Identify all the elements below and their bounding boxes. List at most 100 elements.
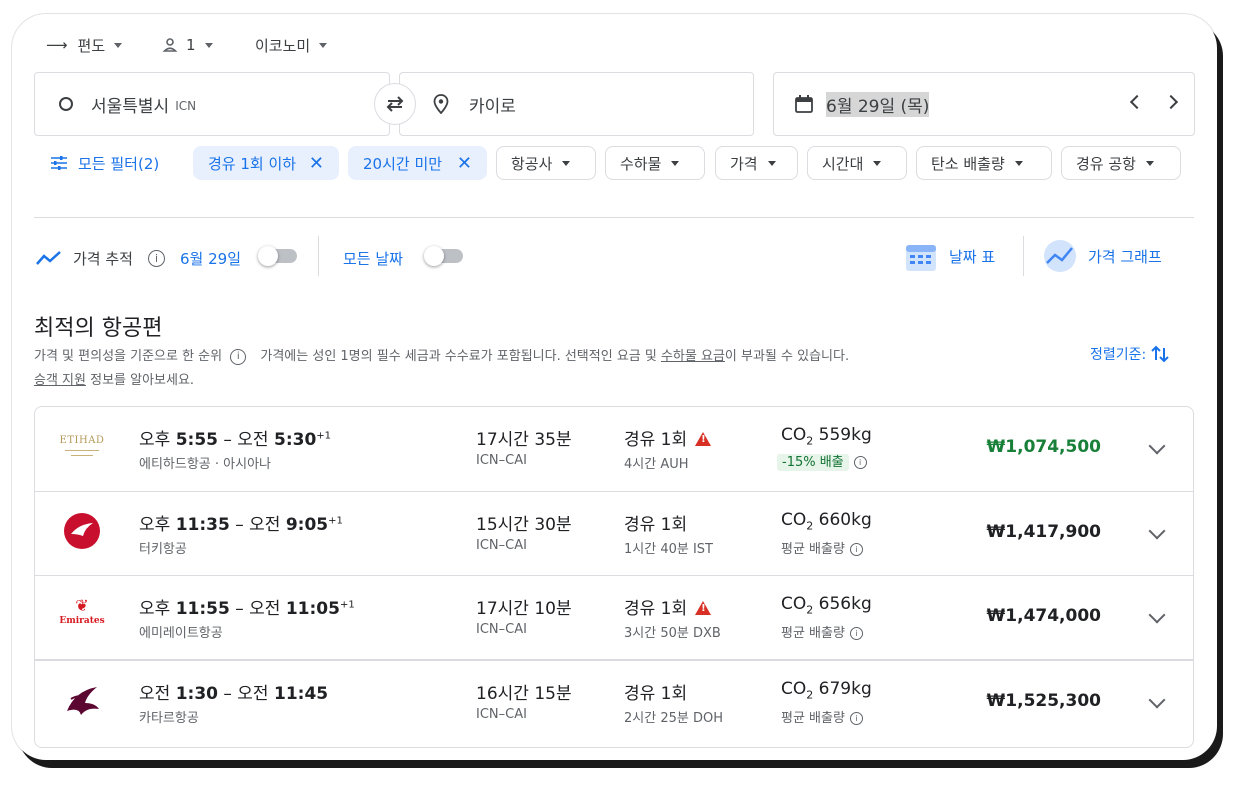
- info-icon[interactable]: i: [230, 348, 247, 365]
- filter-baggage[interactable]: 수하물: [605, 146, 705, 180]
- airline-name: 터키항공: [139, 542, 187, 557]
- date-field[interactable]: 6월 29일 (목): [773, 72, 1195, 136]
- co2-emissions: CO2 559kg: [781, 425, 872, 448]
- arrow-right-icon: ⟶: [46, 36, 68, 54]
- origin-code: ICN: [175, 99, 197, 113]
- sort-label: 정렬기준:: [1090, 347, 1147, 363]
- location-pin-icon: [433, 94, 449, 114]
- passenger-support-link[interactable]: 승객 지원: [34, 373, 86, 388]
- caret-down-icon: [562, 160, 571, 166]
- cabin-select[interactable]: 이코노미: [255, 34, 328, 56]
- divider: [34, 217, 1194, 218]
- caret-down-icon: [114, 42, 123, 48]
- emission-note: 평균 배출량 i: [781, 707, 863, 726]
- tax-note-end: 이 부과될 수 있습니다.: [724, 349, 850, 364]
- baggage-fee-link[interactable]: 수하물 요금: [661, 349, 725, 364]
- all-filters-label: 모든 필터(2): [78, 154, 160, 173]
- airline-name: 에티하드항공 · 아시아나: [139, 457, 271, 472]
- flight-duration: 16시간 15분: [476, 684, 572, 704]
- filter-label: 탄소 배출량: [931, 154, 1005, 173]
- flight-price: ₩1,417,900: [986, 522, 1101, 542]
- sort-icon: [1151, 345, 1169, 363]
- close-icon[interactable]: ✕: [457, 153, 472, 174]
- caret-down-icon: [767, 160, 776, 166]
- flight-row[interactable]: 오전 1:30 – 오전 11:45 카타르항공 16시간 15분 ICN–CA…: [35, 659, 1193, 745]
- emission-note: 평균 배출량 i: [781, 538, 863, 557]
- flight-stops: 경유 1회: [624, 515, 688, 535]
- turkish-logo: [64, 513, 100, 549]
- expand-chevron-icon[interactable]: [1148, 437, 1166, 455]
- prev-date-icon[interactable]: [1129, 94, 1145, 110]
- filter-emissions[interactable]: 탄소 배출량: [916, 146, 1052, 180]
- flight-row[interactable]: 오후 11:35 – 오전 9:05+1 터키항공 15시간 30분 ICN–C…: [35, 491, 1193, 576]
- flight-stops: 경유 1회: [624, 684, 688, 704]
- expand-chevron-icon[interactable]: [1148, 522, 1166, 540]
- flight-times: 오전 1:30 – 오전 11:45: [139, 684, 329, 704]
- expand-chevron-icon[interactable]: [1148, 691, 1166, 709]
- flight-duration: 15시간 30분: [476, 515, 572, 535]
- filter-chip-stops[interactable]: 경유 1회 이하 ✕: [193, 146, 339, 180]
- track-date-label: 6월 29일: [180, 250, 241, 268]
- info-icon[interactable]: i: [148, 250, 165, 267]
- flight-times: 오후 11:55 – 오전 11:05+1: [139, 599, 355, 619]
- flight-duration: 17시간 35분: [476, 430, 572, 450]
- caret-down-icon: [671, 160, 680, 166]
- warning-icon: [695, 432, 712, 446]
- filter-time[interactable]: 시간대: [807, 146, 907, 180]
- etihad-logo: ETIHAD: [57, 429, 107, 469]
- filter-label: 시간대: [822, 154, 864, 173]
- price-graph-button[interactable]: 가격 그래프: [1043, 238, 1162, 274]
- flight-times: 오후 5:55 – 오전 5:30+1: [139, 430, 332, 450]
- support-note-text: 정보를 알아보세요.: [85, 373, 195, 388]
- close-icon[interactable]: ✕: [309, 153, 324, 174]
- passenger-select[interactable]: 1: [162, 34, 213, 56]
- filter-label: 수하물: [620, 154, 662, 173]
- departure-date: 6월 29일 (목): [826, 91, 930, 117]
- price-graph-icon: [1044, 240, 1076, 272]
- filter-label: 항공사: [511, 154, 553, 173]
- filter-price[interactable]: 가격: [715, 146, 798, 180]
- origin-circle-icon: [59, 97, 73, 111]
- filter-chip-duration[interactable]: 20시간 미만 ✕: [348, 146, 487, 180]
- flight-price: ₩1,074,500: [986, 437, 1101, 457]
- trend-icon: [36, 251, 61, 265]
- tune-icon: [51, 156, 67, 170]
- cabin-label: 이코노미: [255, 36, 311, 55]
- price-track-toggle[interactable]: [258, 246, 297, 266]
- caret-down-icon: [1014, 160, 1023, 166]
- filter-airline[interactable]: 항공사: [496, 146, 596, 180]
- date-grid-button[interactable]: 날짜 표: [904, 238, 995, 274]
- sort-button[interactable]: 정렬기준:: [1090, 344, 1170, 364]
- expand-chevron-icon[interactable]: [1148, 606, 1166, 624]
- price-track-label: 가격 추적: [73, 250, 133, 268]
- date-grid-icon: [906, 245, 936, 271]
- swap-button[interactable]: [374, 83, 416, 125]
- separator: [1023, 236, 1024, 276]
- person-icon: [162, 38, 178, 52]
- next-date-icon[interactable]: [1163, 94, 1179, 110]
- flight-row[interactable]: ETIHAD 오후 5:55 – 오전 5:30+1 에티하드항공 · 아시아나…: [35, 407, 1193, 491]
- flight-price: ₩1,474,000: [986, 606, 1101, 626]
- flight-search-page: ⟶ 편도 1 이코노미 서울특별시 ICN 카이로 6월 29일 (목) 모든 …: [12, 14, 1217, 760]
- all-filters-button[interactable]: 모든 필터(2): [50, 146, 159, 180]
- origin-field[interactable]: 서울특별시 ICN: [34, 72, 390, 136]
- trip-type-select[interactable]: ⟶ 편도: [46, 34, 123, 56]
- all-dates-toggle[interactable]: [424, 246, 463, 266]
- calendar-icon: [795, 95, 813, 113]
- flight-stops: 경유 1회: [624, 425, 712, 450]
- results-heading: 최적의 항공편: [34, 316, 163, 341]
- filter-chip-label: 경유 1회 이하: [208, 154, 297, 173]
- support-note: 승객 지원 정보를 알아보세요.: [34, 369, 194, 388]
- flight-route: ICN–CAI: [476, 538, 527, 553]
- trip-type-label: 편도: [77, 36, 106, 55]
- layover-info: 1시간 40분 IST: [624, 542, 713, 557]
- layover-info: 3시간 50분 DXB: [624, 626, 721, 641]
- filter-connecting-airports[interactable]: 경유 공항: [1061, 146, 1181, 180]
- flight-row[interactable]: ❦ Emirates 오후 11:55 – 오전 11:05+1 에미레이트항공…: [35, 575, 1193, 660]
- destination-city: 카이로: [469, 96, 516, 117]
- flight-route: ICN–CAI: [476, 707, 527, 722]
- emirates-logo: ❦ Emirates: [59, 596, 105, 627]
- destination-field[interactable]: 카이로: [399, 72, 754, 136]
- flight-duration: 17시간 10분: [476, 599, 572, 619]
- warning-icon: [695, 601, 712, 615]
